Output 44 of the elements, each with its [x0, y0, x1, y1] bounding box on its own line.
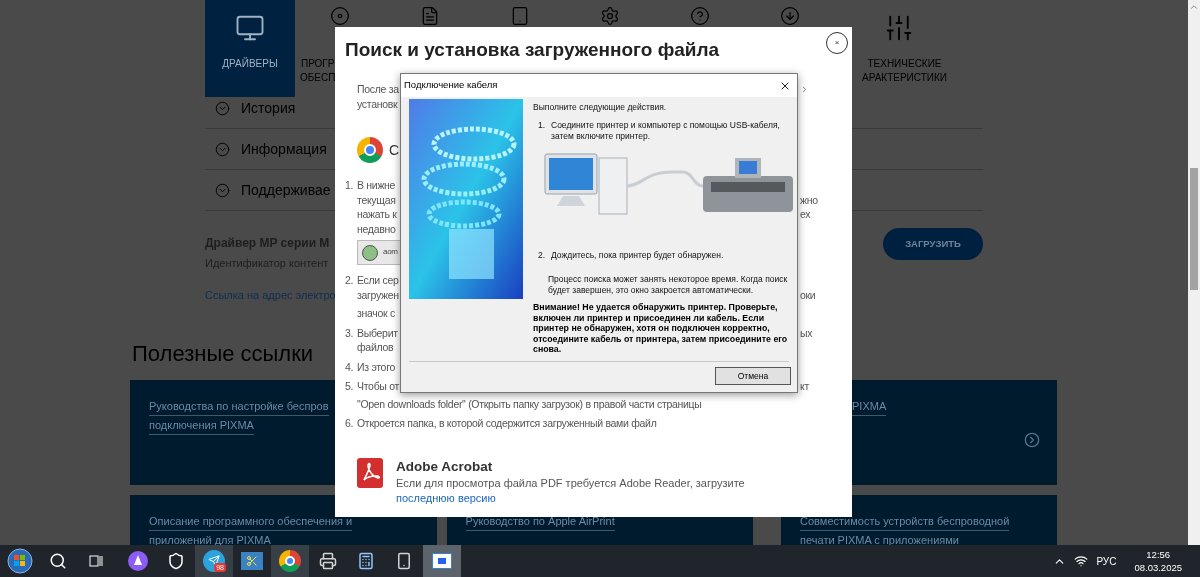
dialog-step-text: Соедините принтер и компьютер с помощью USB-кабеля, затем включите принтер.: [551, 120, 781, 142]
step-text: файлов: [357, 340, 394, 355]
step-text: Выберит: [357, 325, 398, 340]
step-number: 4.: [345, 359, 355, 374]
file-name: aom: [383, 246, 398, 259]
nav-tab-label: ОБЕСП: [300, 71, 336, 85]
browser-name: С: [389, 142, 399, 158]
acrobat-title: Adobe Acrobat: [396, 457, 494, 476]
dialog-step-text: Дождитесь, пока принтер будет обнаружен.: [551, 250, 725, 261]
dialog-title: Подключение кабеля: [404, 78, 498, 93]
step-text: жно: [800, 192, 819, 207]
modal-text: установк: [357, 97, 398, 112]
dialog-lead: Выполните следующие действия.: [533, 102, 668, 113]
step-number: 2.: [345, 273, 355, 288]
step-number: 3.: [345, 325, 355, 341]
step-text: нажать к: [357, 207, 397, 222]
step-text: ех: [800, 207, 812, 222]
nav-tab-label: ТЕХНИЧЕСКИЕ: [867, 57, 942, 71]
step-text: значок с: [357, 306, 395, 321]
step-text: ых: [800, 325, 814, 340]
step-text: загружен: [357, 287, 399, 302]
dialog-note: Процесс поиска может занять некоторое время. Когда поиск будет завершен, это окно закроется автоматически.: [548, 274, 789, 296]
nav-tab-label: АРАКТЕРИСТИКИ: [862, 71, 947, 85]
step-number: 6.: [345, 416, 355, 431]
step-text: В нижне: [357, 178, 396, 193]
modal-text: После за: [357, 82, 399, 97]
step-text: кт: [800, 379, 810, 394]
section-heading: Полезные ссылки: [132, 341, 314, 367]
step-text: Из этого: [357, 359, 395, 374]
step-text: "Open downloads folder" (Открыть папку загрузок) в правой части страницы: [357, 396, 702, 411]
dialog-warning: Внимание! Не удается обнаружить принтер. Проверьте, включен ли принтер и присоединен ли кабель. Если принтер не обнаружен, хотя он подключен корректно, отсоедините кабель от принтера, затем присоедините его снова.: [533, 302, 789, 355]
step-number: 1.: [345, 178, 355, 193]
step-number: 1.: [537, 120, 547, 132]
step-text: недавно: [357, 221, 396, 236]
modal-title: Поиск и установка загруженного файла: [345, 38, 720, 62]
step-text: текущая: [357, 192, 396, 207]
step-number: 5.: [345, 379, 355, 394]
step-number: 2.: [537, 250, 547, 261]
step-text: оки: [800, 287, 817, 302]
step-text: Если сер: [357, 273, 399, 288]
step-text: Откроется папка, в которой содержится загруженный вами файл: [357, 416, 657, 431]
nav-tab-label: ДРАЙВЕРЫ: [222, 57, 278, 71]
nav-tab-label: ПРОГР: [300, 57, 335, 71]
step-text: Чтобы от: [357, 379, 400, 394]
